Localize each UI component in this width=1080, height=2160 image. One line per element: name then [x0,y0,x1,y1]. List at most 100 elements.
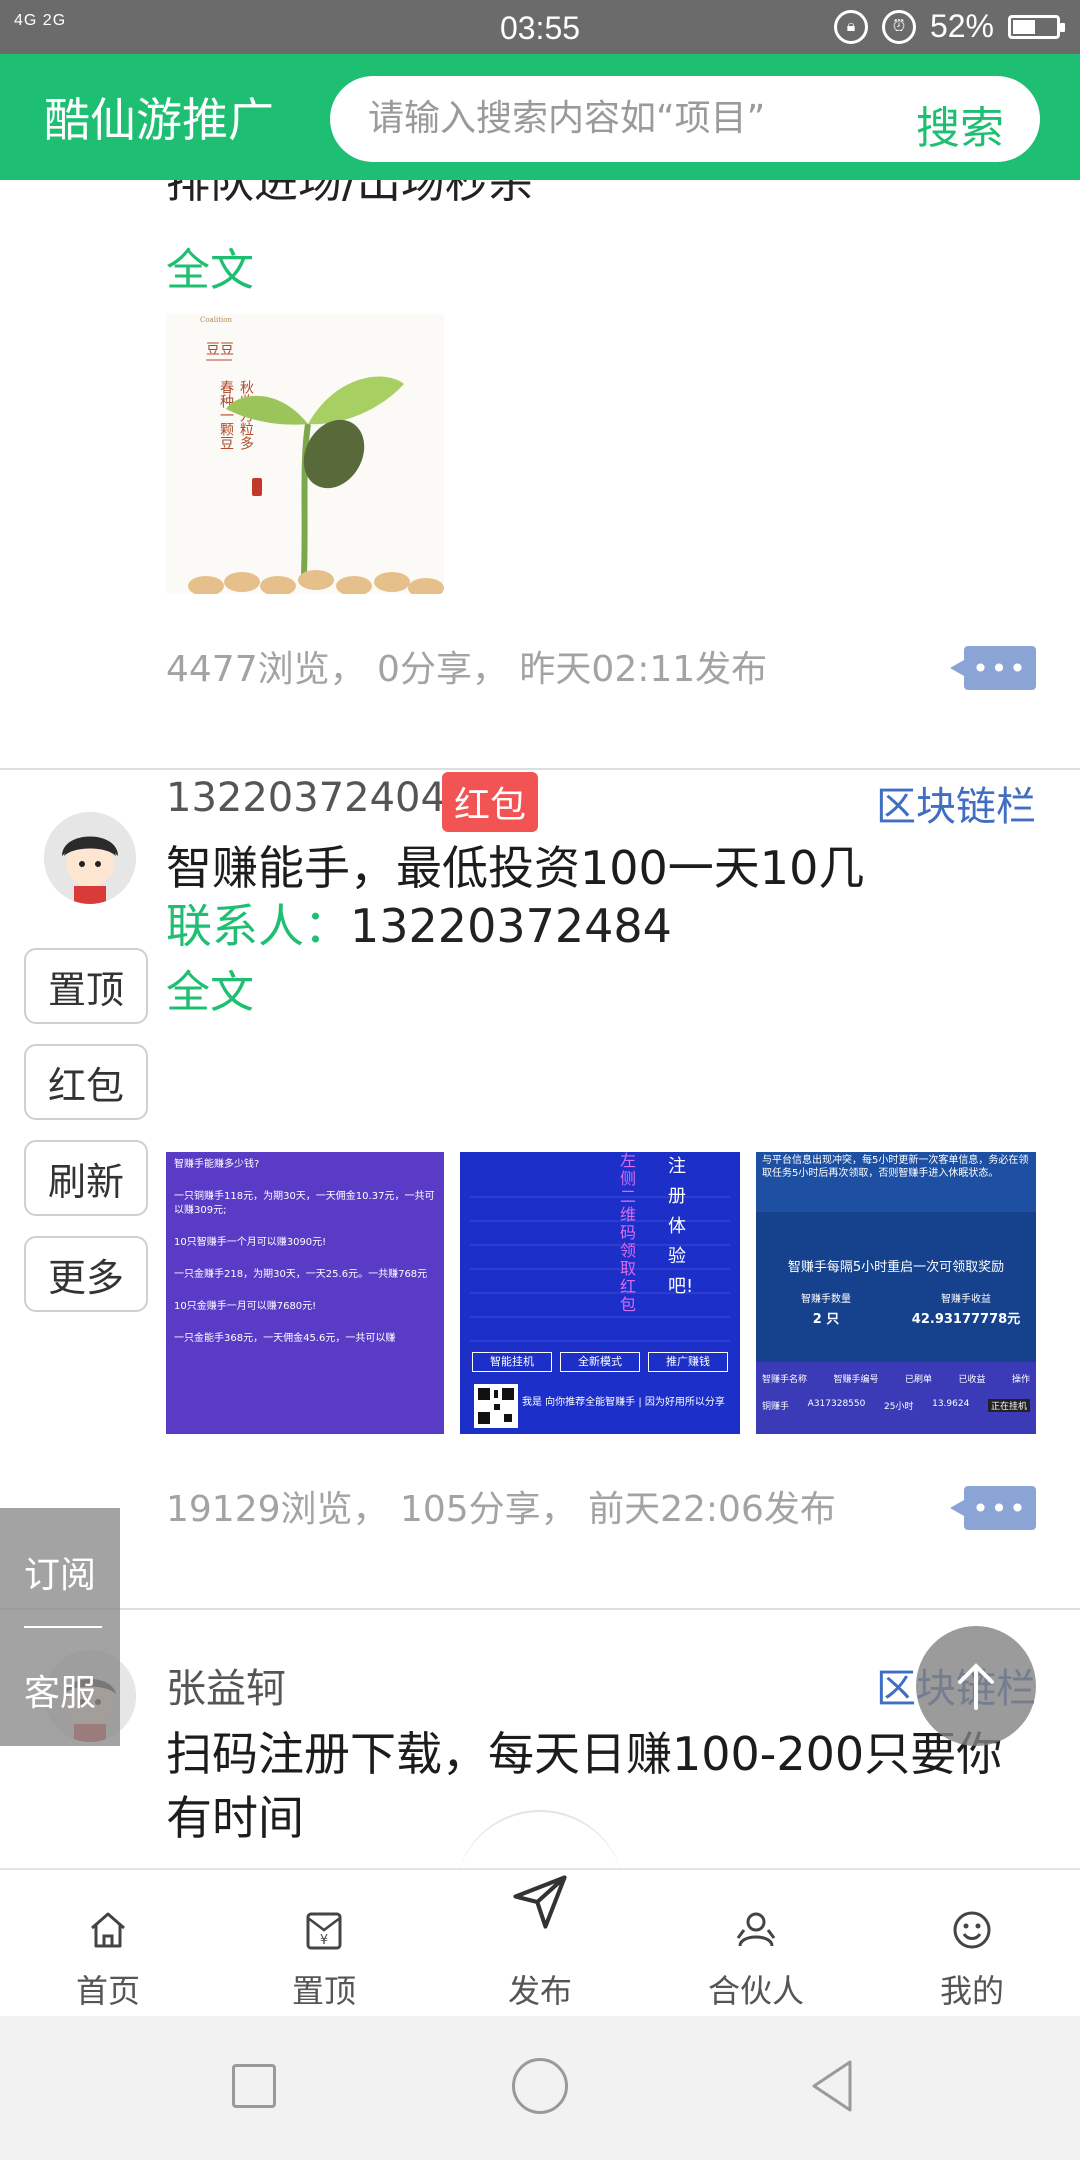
category-link[interactable]: 区块链栏 [876,774,1036,832]
feed[interactable]: 排队进场/出场秒杀 全文 Coalition 豆豆 秋收万粒多 春种一颗豆 [0,180,1080,1868]
thumb-name: 豆豆 [206,342,234,358]
nav-label: 合伙人 [707,1972,804,2010]
nav-home[interactable]: 首页 [0,1870,216,2018]
more-button[interactable]: 更多 [24,1236,148,1312]
red-envelope-badge: 红包 [442,772,539,832]
nav-label: 首页 [75,1972,140,2010]
nav-label: 置顶 [291,1972,356,2010]
promo-buttons: 智能挂机 全新模式 推广赚钱 [472,1352,728,1372]
status-bar: 4G 2G 03:55 🔒︎ ⏰︎ 52% [0,0,1080,54]
nav-partner[interactable]: 合伙人 [648,1870,864,2018]
customer-service-button[interactable]: 客服 [0,1664,120,1716]
nav-label: 发布 [507,1972,572,2010]
promo-button: 智能挂机 [472,1352,552,1372]
search-button[interactable]: 搜索 [916,92,1004,156]
search-input[interactable] [366,92,870,144]
rotation-lock-icon: 🔒︎ [833,9,868,44]
search-bar: 搜索 [330,76,1040,162]
promo-register-text: 注册体验吧! [668,1156,694,1297]
count-value: 2 只 [812,1312,840,1327]
app-title: 酷仙游推广 [44,93,274,147]
nav-mine[interactable]: 我的 [864,1870,1080,2018]
dashboard-table: 智赚手名称 智赚手编号 已刷单 已收益 操作 铜赚手 A317328550 25… [756,1362,1036,1434]
battery-icon [1008,14,1065,39]
table-header: 已收益 [958,1375,986,1385]
post-image-earnings-dashboard[interactable]: 与平台信息出现冲突，每5小时更新一次客单信息，务必在领取任务5小时后再次领取，否… [756,1152,1036,1434]
poster-name[interactable]: 13220372404 [166,775,446,821]
smile-icon [953,1911,991,1949]
table-header: 已刷单 [904,1375,932,1385]
fulltext-link[interactable]: 全文 [166,956,254,1020]
bottom-navigation: 首页 ¥ 置顶 发布 合伙人 我的 [0,1868,1080,2016]
table-row: 铜赚手 A317328550 25小时 13.9624 正在挂机 [756,1385,1036,1412]
image-text-line: 一只铜赚手118元，为期30天，一天佣金10.37元，一共可以赚309元; [174,1191,435,1216]
nav-label: 我的 [939,1972,1004,2010]
image-text-line: 一只金能手368元，一天佣金45.6元，一共可以赚 [174,1333,396,1344]
home-icon [91,1912,125,1948]
alarm-icon: ⏰︎ [881,9,916,44]
post-image-sprout[interactable]: Coalition 豆豆 秋收万粒多 春种一颗豆 [166,314,444,594]
panel-separator [24,1626,102,1628]
divider [0,768,1080,770]
svg-text:¥: ¥ [320,1933,328,1948]
poster-name[interactable]: 张益轲 [166,1656,286,1714]
partner-icon [736,1912,776,1947]
arrow-up-icon [958,1663,994,1710]
red-envelope-button[interactable]: 红包 [24,1044,148,1120]
post-stats: 19129浏览， 105分享， 前天22:06发布 [166,1489,836,1530]
subscribe-button[interactable]: 订阅 [0,1546,120,1598]
recent-apps-button[interactable] [232,2064,276,2108]
thumb-tag: Coalition [200,316,232,324]
contact-label: 联系人： [166,899,350,953]
app-header: 酷仙游推广 搜索 [0,54,1080,180]
back-button[interactable] [806,2056,856,2116]
pin-envelope-icon: ¥ [306,1912,342,1950]
more-options-button[interactable]: ••• [950,1486,1036,1530]
post-image-register-promo[interactable]: 左侧二维码领取红包 注册体验吧! 智能挂机 全新模式 推广赚钱 我是 向你推荐全… [460,1152,740,1434]
promo-button: 全新模式 [560,1352,640,1372]
image-text-line: 一只金赚手218，为期30天，一天25.6元。一共赚768元 [174,1269,428,1280]
more-options-button[interactable]: ••• [950,646,1036,690]
system-navigation-bar [0,2016,1080,2160]
dashboard-headline: 智赚手每隔5小时重启一次可领取奖励 [787,1260,1005,1275]
home-button[interactable] [512,2058,568,2114]
refresh-button[interactable]: 刷新 [24,1140,148,1216]
avatar-cartoon-icon [44,812,136,904]
post-title-partial: 排队进场/出场秒杀 [166,180,533,208]
table-header-row: 智赚手名称 智赚手编号 已刷单 已收益 操作 [756,1362,1036,1385]
post-title[interactable]: 扫码注册下载，每天日赚100-200只要你有时间 [166,1722,1046,1851]
promo-button: 推广赚钱 [648,1352,728,1372]
status-badge: 正在挂机 [987,1399,1030,1412]
promo-vertical-text: 左侧二维码领取红包 [620,1152,637,1314]
grid-pattern [470,1182,730,1342]
table-header: 智赚手名称 [762,1375,808,1385]
table-cell: 25小时 [884,1402,914,1412]
qr-code-icon [474,1384,518,1428]
count-label: 智赚手数量 [801,1294,851,1305]
nav-publish[interactable]: 发布 [432,1870,648,2018]
fulltext-link[interactable]: 全文 [166,234,254,298]
thumb-verse-2: 春种一颗豆 [218,380,234,450]
floating-side-panel: 订阅 客服 [0,1508,120,1746]
avatar[interactable] [44,812,136,904]
post-image-earnings-list[interactable]: 智赚手能赚多少钱? 一只铜赚手118元，为期30天，一天佣金10.37元，一共可… [166,1152,444,1434]
table-cell: 13.9624 [932,1399,970,1409]
scroll-to-top-button[interactable] [916,1626,1036,1746]
image-text-line: 10只智赚手一个月可以赚3090元! [174,1237,327,1248]
dashboard-notice: 与平台信息出现冲突，每5小时更新一次客单信息，务必在领取任务5小时后再次领取，否… [756,1152,1036,1212]
battery-percent: 52% [929,8,994,44]
income-label: 智赚手收益 [941,1294,991,1305]
table-cell: 铜赚手 [762,1402,790,1412]
sprout-illustration: Coalition 豆豆 秋收万粒多 春种一颗豆 [188,316,444,594]
contact-phone[interactable]: 13220372484 [350,899,672,953]
nav-pin[interactable]: ¥ 置顶 [216,1870,432,2018]
status-icons: 🔒︎ ⏰︎ 52% [833,8,1065,45]
divider [0,1608,1080,1610]
pin-top-button[interactable]: 置顶 [24,948,148,1024]
table-header: 智赚手编号 [833,1375,879,1385]
contact-line: 联系人：13220372484 [166,890,672,956]
table-header: 操作 [1011,1375,1030,1385]
send-arrow-icon [513,1875,567,1929]
image-text-line: 智赚手能赚多少钱? [174,1159,260,1170]
promo-footer: 我是 向你推荐全能智赚手 | 因为好用所以分享 [522,1397,725,1408]
